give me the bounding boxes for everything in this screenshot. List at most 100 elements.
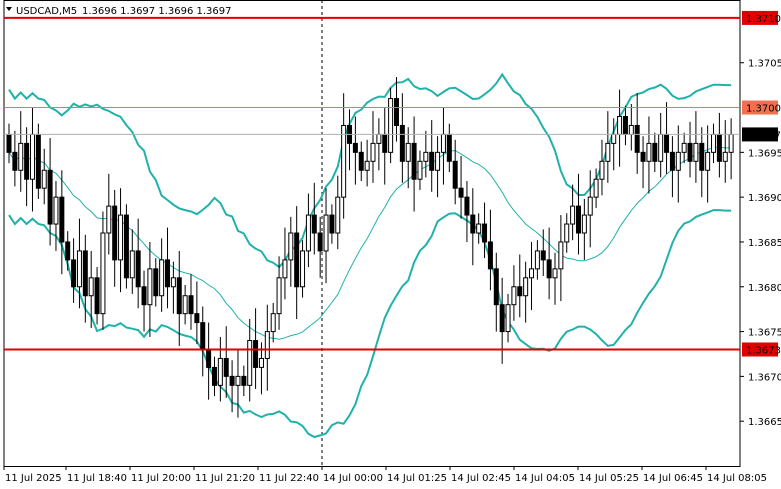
candle-body bbox=[399, 124, 405, 162]
candle-body bbox=[435, 151, 441, 171]
candle-body bbox=[429, 151, 435, 171]
candle-body bbox=[288, 232, 294, 261]
candle-body bbox=[24, 142, 30, 180]
candle-body bbox=[217, 357, 223, 386]
candle-body bbox=[323, 214, 329, 252]
candle-body bbox=[687, 142, 693, 162]
candle-body bbox=[106, 205, 112, 234]
candle-body bbox=[529, 268, 535, 279]
dropdown-triangle-icon[interactable] bbox=[6, 7, 12, 11]
candle-body bbox=[76, 250, 82, 288]
candle-body bbox=[141, 286, 147, 306]
candle-body bbox=[446, 133, 452, 162]
candle-body bbox=[564, 223, 570, 243]
candle-body bbox=[558, 241, 564, 270]
candle-body bbox=[716, 133, 722, 162]
time-axis: 11 Jul 2025 11 Jul 18:40 11 Jul 20:00 11 Ju… bbox=[3, 466, 767, 484]
candle-body bbox=[575, 205, 581, 234]
candle-body bbox=[341, 124, 347, 198]
candle-body bbox=[253, 340, 259, 368]
candle-body bbox=[593, 178, 599, 198]
candle-body bbox=[728, 133, 734, 153]
candle-body bbox=[458, 187, 464, 198]
candle-body bbox=[464, 196, 470, 216]
x-tick-label: 14 Jul 05:25 bbox=[579, 473, 639, 484]
y-tick-label: 1.3690 bbox=[748, 193, 781, 204]
candle-body bbox=[129, 250, 135, 279]
candle-body bbox=[487, 241, 493, 270]
candle-body bbox=[605, 142, 611, 162]
price-chart[interactable]: 1.37101.37001.36731.3697 1.37051.36951.3… bbox=[0, 0, 781, 489]
candle-body bbox=[664, 133, 670, 153]
candle-body bbox=[440, 133, 446, 153]
candle-body bbox=[382, 133, 388, 153]
candle-body bbox=[570, 205, 576, 225]
x-tick-label: 14 Jul 01:25 bbox=[387, 473, 447, 484]
candle-body bbox=[276, 277, 282, 315]
candle-body bbox=[540, 250, 546, 261]
candle-body bbox=[247, 340, 253, 386]
candle-body bbox=[6, 133, 12, 153]
candle-body bbox=[370, 142, 376, 162]
candle-body bbox=[546, 259, 552, 279]
candle-body bbox=[722, 151, 728, 162]
price-level-label: 1.3673 bbox=[746, 346, 781, 357]
candle-body bbox=[452, 160, 458, 189]
candle-body bbox=[640, 151, 646, 162]
candle-body bbox=[311, 214, 317, 234]
y-tick-label: 1.3680 bbox=[748, 283, 781, 294]
candle-body bbox=[147, 268, 153, 306]
y-tick-label: 1.3695 bbox=[748, 148, 781, 159]
candle-body bbox=[270, 313, 276, 333]
candle-body bbox=[622, 116, 628, 135]
candle-body bbox=[165, 259, 171, 288]
candle-body bbox=[188, 295, 194, 315]
candle-body bbox=[305, 214, 311, 252]
candle-body bbox=[587, 196, 593, 216]
candle-body bbox=[47, 169, 53, 225]
candle-body bbox=[200, 322, 206, 351]
candle-body bbox=[118, 214, 124, 261]
candle-body bbox=[135, 250, 141, 288]
candle-body bbox=[194, 313, 200, 324]
candle-body bbox=[264, 331, 270, 359]
candle-body bbox=[652, 142, 658, 162]
candle-body bbox=[29, 133, 35, 180]
candle-body bbox=[176, 277, 182, 315]
candle-body bbox=[581, 214, 587, 234]
symbol-label: USDCAD,M5 bbox=[16, 6, 77, 17]
x-tick-label: 14 Jul 06:45 bbox=[643, 473, 703, 484]
candle-body bbox=[41, 169, 47, 189]
candle-body bbox=[88, 277, 94, 297]
candle-body bbox=[711, 133, 717, 153]
candle-body bbox=[699, 142, 705, 171]
candle-body bbox=[223, 357, 229, 377]
candle-body bbox=[65, 241, 71, 261]
candle-body bbox=[599, 160, 605, 180]
x-tick-label: 11 Jul 2025 bbox=[5, 473, 62, 484]
price-level-label: 1.3700 bbox=[746, 104, 781, 115]
chart-header: USDCAD,M5 1.3696 1.3697 1.3696 1.3697 bbox=[6, 6, 232, 17]
current-price-label: 1.3697 bbox=[746, 130, 781, 141]
candle-body bbox=[282, 259, 288, 279]
x-tick-label: 14 Jul 04:05 bbox=[515, 473, 575, 484]
x-tick-label: 11 Jul 20:00 bbox=[131, 473, 191, 484]
candle-body bbox=[417, 160, 423, 180]
candle-body bbox=[241, 375, 247, 386]
candle-body bbox=[675, 151, 681, 171]
y-tick-label: 1.3670 bbox=[748, 372, 781, 383]
candle-body bbox=[159, 259, 165, 297]
candle-body bbox=[517, 286, 523, 297]
bollinger-lower-line bbox=[8, 209, 732, 439]
bollinger-middle-line bbox=[8, 146, 732, 340]
ohlc-readout: 1.3696 1.3697 1.3696 1.3697 bbox=[82, 6, 232, 17]
candle-body bbox=[523, 277, 529, 297]
candle-body bbox=[358, 151, 364, 171]
candle-body bbox=[646, 142, 652, 162]
candle-body bbox=[669, 151, 675, 171]
candle-body bbox=[59, 196, 65, 243]
candle-body bbox=[100, 232, 106, 315]
candle-body bbox=[634, 124, 640, 153]
candle-body bbox=[300, 250, 306, 288]
candle-body bbox=[681, 142, 687, 153]
